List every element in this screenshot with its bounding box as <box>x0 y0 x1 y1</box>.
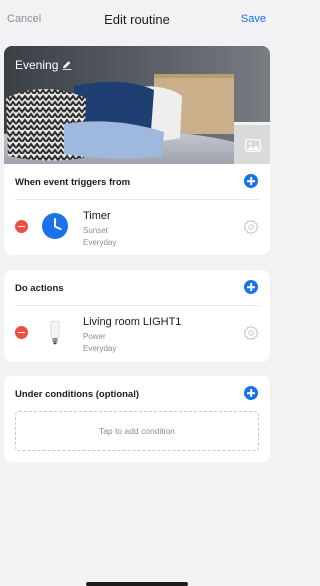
home-indicator <box>86 582 188 586</box>
conditions-section-header: Under conditions (optional) <box>15 389 140 400</box>
page-title: Edit routine <box>104 12 170 27</box>
gear-icon[interactable] <box>243 219 259 235</box>
remove-action-button[interactable] <box>15 326 28 339</box>
action-schedule: Everyday <box>83 344 117 353</box>
gear-icon[interactable] <box>243 325 259 341</box>
action-name: Living room LIGHT1 <box>83 316 182 328</box>
pencil-icon[interactable] <box>62 60 72 70</box>
action-detail: Power <box>83 332 106 341</box>
add-condition-button[interactable] <box>244 386 258 400</box>
image-icon[interactable] <box>245 139 261 152</box>
trigger-section: When event triggers from Timer Sunset Ev… <box>4 164 270 255</box>
actions-section: Do actions Living room LIGHT1 Power Ever… <box>4 270 270 362</box>
remove-trigger-button[interactable] <box>15 220 28 233</box>
add-condition-placeholder[interactable]: Tap to add condition <box>15 411 259 451</box>
trigger-section-header: When event triggers from <box>15 177 131 188</box>
trigger-detail: Sunset <box>83 226 108 235</box>
action-item-light[interactable]: Living room LIGHT1 Power Everyday <box>4 306 270 360</box>
nav-bar: Cancel Edit routine Save <box>0 0 274 40</box>
conditions-section: Under conditions (optional) Tap to add c… <box>4 376 270 462</box>
add-action-button[interactable] <box>244 280 258 294</box>
add-trigger-button[interactable] <box>244 174 258 188</box>
trigger-item-timer[interactable]: Timer Sunset Everyday <box>4 200 270 254</box>
routine-name-label: Evening <box>15 58 59 72</box>
routine-name[interactable]: Evening <box>15 58 72 72</box>
trigger-name: Timer <box>83 210 111 222</box>
trigger-schedule: Everyday <box>83 238 117 247</box>
save-button[interactable]: Save <box>241 13 266 25</box>
bulb-icon <box>50 320 60 345</box>
clock-icon <box>42 213 68 239</box>
actions-section-header: Do actions <box>15 283 64 294</box>
routine-cover-image[interactable]: Evening <box>4 46 270 164</box>
